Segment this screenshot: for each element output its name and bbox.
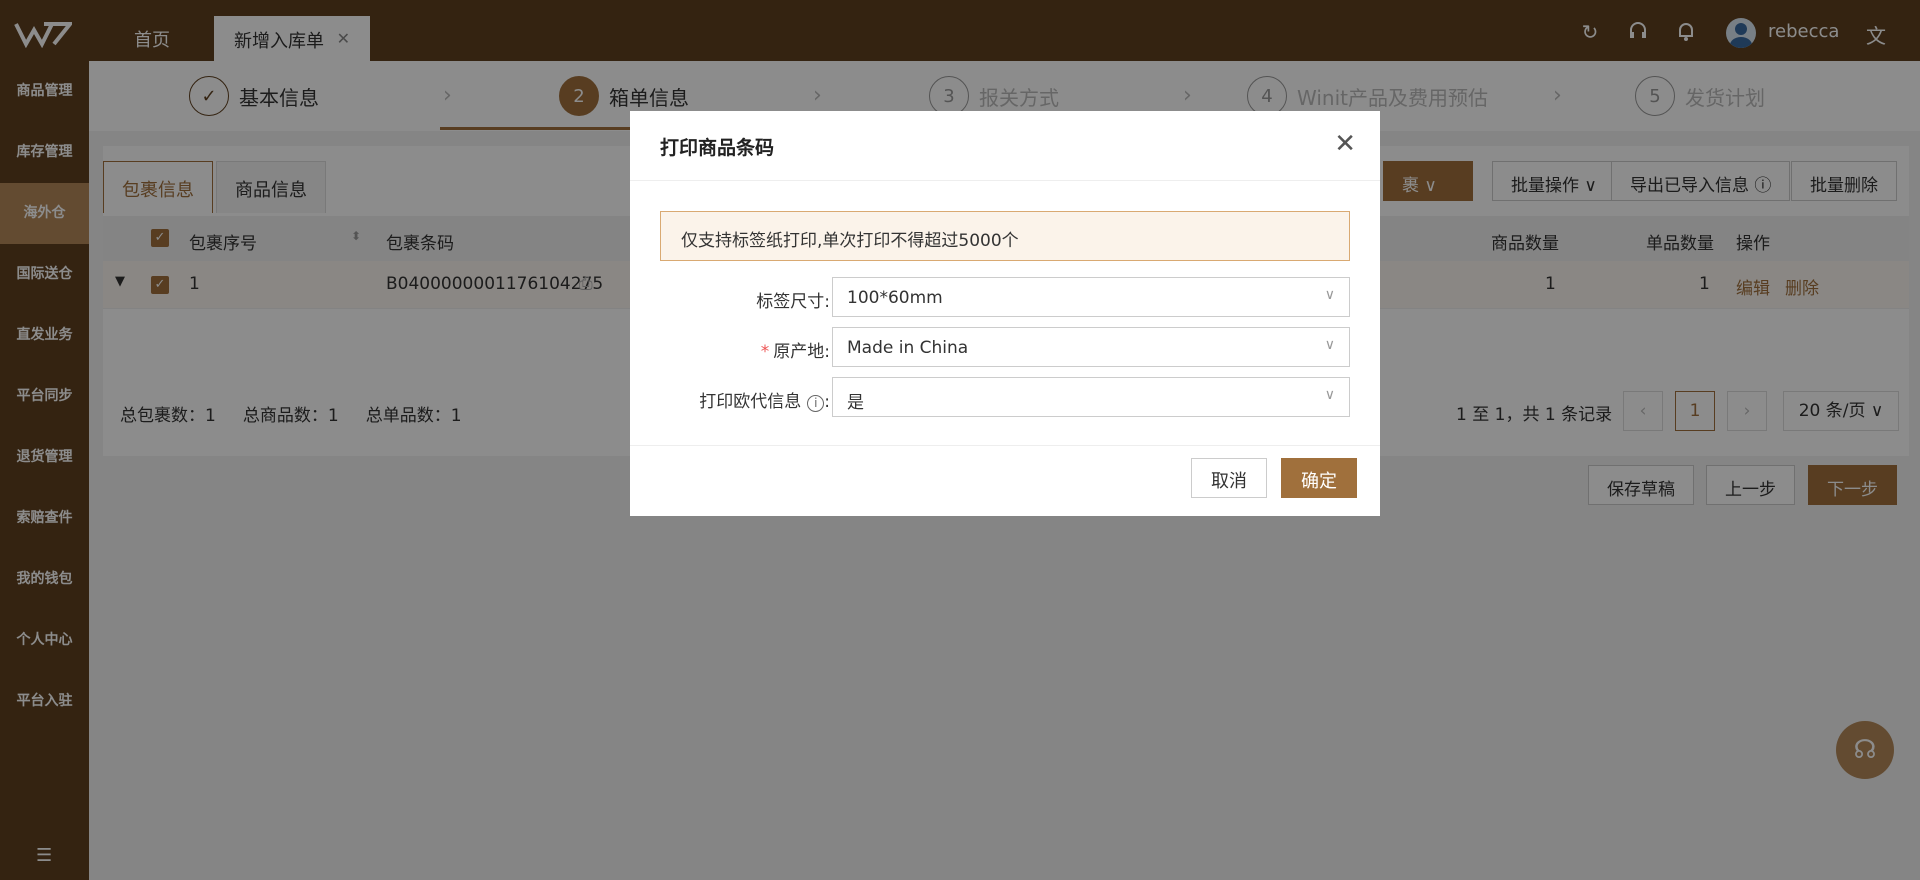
info-icon[interactable]: i <box>807 395 825 412</box>
eu-rep-label: 打印欧代信息 i: <box>699 392 830 412</box>
required-marker: * <box>760 342 770 362</box>
chevron-down-icon: ∨ <box>1324 387 1335 403</box>
eu-rep-row: 打印欧代信息 i: 是 ∨ <box>630 377 1380 417</box>
field-label-text: 原产地: <box>773 342 830 362</box>
origin-row: * 原产地: Made in China ∨ <box>630 327 1380 367</box>
select-value: 是 <box>847 393 864 413</box>
select-value: Made in China <box>847 338 969 358</box>
eu-rep-select[interactable]: 是 ∨ <box>832 377 1350 417</box>
chevron-down-icon: ∨ <box>1324 287 1335 303</box>
label-size-row: 标签尺寸: 100*60mm ∨ <box>630 277 1380 317</box>
cancel-button[interactable]: 取消 <box>1191 458 1267 498</box>
dialog-header: 打印商品条码 ✕ <box>630 111 1380 181</box>
notice-banner: 仅支持标签纸打印,单次打印不得超过5000个 <box>660 211 1350 261</box>
origin-label: * 原产地: <box>761 337 830 362</box>
close-icon[interactable]: ✕ <box>1334 129 1356 159</box>
chevron-down-icon: ∨ <box>1324 337 1335 353</box>
field-label-text: 打印欧代信息 <box>699 392 802 412</box>
origin-select[interactable]: Made in China ∨ <box>832 327 1350 367</box>
print-barcode-dialog: 打印商品条码 ✕ 仅支持标签纸打印,单次打印不得超过5000个 标签尺寸: 10… <box>630 111 1380 516</box>
confirm-button[interactable]: 确定 <box>1281 458 1357 498</box>
label-size-label: 标签尺寸: <box>756 287 830 312</box>
dialog-title: 打印商品条码 <box>660 137 775 159</box>
dialog-footer: 取消 确定 <box>630 445 1380 516</box>
select-value: 100*60mm <box>847 288 943 308</box>
label-size-select[interactable]: 100*60mm ∨ <box>832 277 1350 317</box>
field-label-text: 标签尺寸: <box>756 292 830 312</box>
